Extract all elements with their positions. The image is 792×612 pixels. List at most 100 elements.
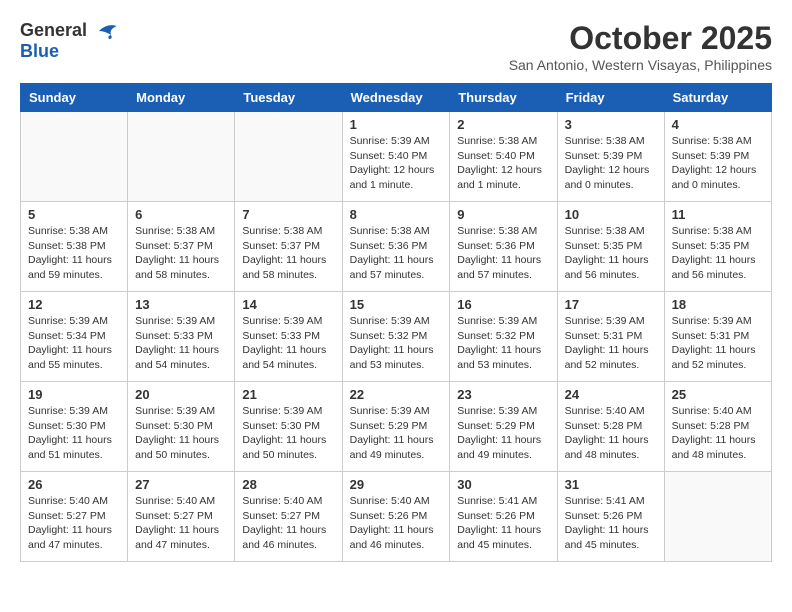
logo: General Blue	[20, 20, 119, 62]
calendar-cell: 30 Sunrise: 5:41 AMSunset: 5:26 PMDayligh…	[450, 472, 557, 562]
logo-bird-icon	[89, 21, 119, 41]
calendar-cell: 7 Sunrise: 5:38 AMSunset: 5:37 PMDaylight…	[235, 202, 342, 292]
day-info: Sunrise: 5:40 AMSunset: 5:27 PMDaylight:…	[135, 494, 227, 553]
day-number: 19	[28, 387, 120, 402]
day-number: 12	[28, 297, 120, 312]
calendar-cell: 12 Sunrise: 5:39 AMSunset: 5:34 PMDayligh…	[21, 292, 128, 382]
calendar-cell: 22 Sunrise: 5:39 AMSunset: 5:29 PMDayligh…	[342, 382, 450, 472]
day-number: 14	[242, 297, 334, 312]
day-number: 29	[350, 477, 443, 492]
day-number: 31	[565, 477, 657, 492]
day-number: 30	[457, 477, 549, 492]
calendar-cell: 10 Sunrise: 5:38 AMSunset: 5:35 PMDayligh…	[557, 202, 664, 292]
calendar-cell	[664, 472, 771, 562]
logo-general-text: General	[20, 20, 87, 41]
weekday-header-friday: Friday	[557, 84, 664, 112]
weekday-header-wednesday: Wednesday	[342, 84, 450, 112]
day-info: Sunrise: 5:38 AMSunset: 5:39 PMDaylight:…	[672, 134, 764, 193]
calendar-cell: 8 Sunrise: 5:38 AMSunset: 5:36 PMDaylight…	[342, 202, 450, 292]
calendar-cell: 17 Sunrise: 5:39 AMSunset: 5:31 PMDayligh…	[557, 292, 664, 382]
day-info: Sunrise: 5:40 AMSunset: 5:28 PMDaylight:…	[672, 404, 764, 463]
calendar-cell: 5Sunrise: 5:38 AMSunset: 5:38 PMDaylight…	[21, 202, 128, 292]
day-info: Sunrise: 5:39 AMSunset: 5:31 PMDaylight:…	[672, 314, 764, 373]
calendar-cell: 2 Sunrise: 5:38 AMSunset: 5:40 PMDaylight…	[450, 112, 557, 202]
calendar-cell: 3 Sunrise: 5:38 AMSunset: 5:39 PMDaylight…	[557, 112, 664, 202]
day-info: Sunrise: 5:41 AMSunset: 5:26 PMDaylight:…	[457, 494, 549, 553]
day-info: Sunrise: 5:39 AMSunset: 5:31 PMDaylight:…	[565, 314, 657, 373]
day-info: Sunrise: 5:39 AMSunset: 5:32 PMDaylight:…	[350, 314, 443, 373]
calendar-cell: 21Sunrise: 5:39 AMSunset: 5:30 PMDayligh…	[235, 382, 342, 472]
day-info: Sunrise: 5:40 AMSunset: 5:28 PMDaylight:…	[565, 404, 657, 463]
calendar-header-row: SundayMondayTuesdayWednesdayThursdayFrid…	[21, 84, 772, 112]
day-number: 28	[242, 477, 334, 492]
location-title: San Antonio, Western Visayas, Philippine…	[509, 57, 772, 73]
day-number: 21	[242, 387, 334, 402]
calendar-cell	[235, 112, 342, 202]
day-number: 1	[350, 117, 443, 132]
day-info: Sunrise: 5:38 AMSunset: 5:38 PMDaylight:…	[28, 224, 120, 283]
day-info: Sunrise: 5:38 AMSunset: 5:37 PMDaylight:…	[242, 224, 334, 283]
calendar-cell: 16 Sunrise: 5:39 AMSunset: 5:32 PMDayligh…	[450, 292, 557, 382]
calendar-week-row: 26 Sunrise: 5:40 AMSunset: 5:27 PMDayligh…	[21, 472, 772, 562]
calendar-week-row: 1Sunrise: 5:39 AMSunset: 5:40 PMDaylight…	[21, 112, 772, 202]
day-info: Sunrise: 5:40 AMSunset: 5:27 PMDaylight:…	[242, 494, 334, 553]
day-info: Sunrise: 5:39 AMSunset: 5:34 PMDaylight:…	[28, 314, 120, 373]
weekday-header-thursday: Thursday	[450, 84, 557, 112]
calendar-week-row: 19 Sunrise: 5:39 AMSunset: 5:30 PMDayligh…	[21, 382, 772, 472]
day-number: 16	[457, 297, 549, 312]
day-number: 17	[565, 297, 657, 312]
calendar-table: SundayMondayTuesdayWednesdayThursdayFrid…	[20, 83, 772, 562]
calendar-cell: 9Sunrise: 5:38 AMSunset: 5:36 PMDaylight…	[450, 202, 557, 292]
page-header: General Blue October 2025 San Antonio, W…	[20, 20, 772, 73]
day-number: 15	[350, 297, 443, 312]
calendar-cell: 24 Sunrise: 5:40 AMSunset: 5:28 PMDayligh…	[557, 382, 664, 472]
day-info: Sunrise: 5:39 AMSunset: 5:29 PMDaylight:…	[457, 404, 549, 463]
calendar-cell: 19 Sunrise: 5:39 AMSunset: 5:30 PMDayligh…	[21, 382, 128, 472]
calendar-cell: 4Sunrise: 5:38 AMSunset: 5:39 PMDaylight…	[664, 112, 771, 202]
calendar-cell: 28 Sunrise: 5:40 AMSunset: 5:27 PMDayligh…	[235, 472, 342, 562]
calendar-cell	[21, 112, 128, 202]
day-number: 3	[565, 117, 657, 132]
day-info: Sunrise: 5:39 AMSunset: 5:33 PMDaylight:…	[242, 314, 334, 373]
calendar-week-row: 5Sunrise: 5:38 AMSunset: 5:38 PMDaylight…	[21, 202, 772, 292]
day-info: Sunrise: 5:40 AMSunset: 5:27 PMDaylight:…	[28, 494, 120, 553]
calendar-cell: 13 Sunrise: 5:39 AMSunset: 5:33 PMDayligh…	[128, 292, 235, 382]
weekday-header-monday: Monday	[128, 84, 235, 112]
day-info: Sunrise: 5:39 AMSunset: 5:30 PMDaylight:…	[28, 404, 120, 463]
day-number: 24	[565, 387, 657, 402]
month-title: October 2025	[509, 20, 772, 57]
day-info: Sunrise: 5:39 AMSunset: 5:30 PMDaylight:…	[135, 404, 227, 463]
title-area: October 2025 San Antonio, Western Visaya…	[509, 20, 772, 73]
day-info: Sunrise: 5:39 AMSunset: 5:32 PMDaylight:…	[457, 314, 549, 373]
day-number: 6	[135, 207, 227, 222]
day-number: 27	[135, 477, 227, 492]
day-number: 13	[135, 297, 227, 312]
day-number: 7	[242, 207, 334, 222]
day-number: 20	[135, 387, 227, 402]
day-info: Sunrise: 5:38 AMSunset: 5:36 PMDaylight:…	[350, 224, 443, 283]
day-number: 26	[28, 477, 120, 492]
calendar-cell: 20 Sunrise: 5:39 AMSunset: 5:30 PMDayligh…	[128, 382, 235, 472]
day-info: Sunrise: 5:38 AMSunset: 5:39 PMDaylight:…	[565, 134, 657, 193]
day-info: Sunrise: 5:39 AMSunset: 5:33 PMDaylight:…	[135, 314, 227, 373]
logo-blue-text: Blue	[20, 41, 59, 62]
day-number: 2	[457, 117, 549, 132]
day-info: Sunrise: 5:39 AMSunset: 5:29 PMDaylight:…	[350, 404, 443, 463]
day-info: Sunrise: 5:38 AMSunset: 5:40 PMDaylight:…	[457, 134, 549, 193]
calendar-cell: 1Sunrise: 5:39 AMSunset: 5:40 PMDaylight…	[342, 112, 450, 202]
calendar-cell: 26 Sunrise: 5:40 AMSunset: 5:27 PMDayligh…	[21, 472, 128, 562]
day-info: Sunrise: 5:38 AMSunset: 5:37 PMDaylight:…	[135, 224, 227, 283]
day-info: Sunrise: 5:40 AMSunset: 5:26 PMDaylight:…	[350, 494, 443, 553]
calendar-week-row: 12 Sunrise: 5:39 AMSunset: 5:34 PMDayligh…	[21, 292, 772, 382]
calendar-cell	[128, 112, 235, 202]
day-number: 10	[565, 207, 657, 222]
day-info: Sunrise: 5:41 AMSunset: 5:26 PMDaylight:…	[565, 494, 657, 553]
day-number: 22	[350, 387, 443, 402]
day-number: 8	[350, 207, 443, 222]
day-info: Sunrise: 5:38 AMSunset: 5:35 PMDaylight:…	[565, 224, 657, 283]
day-number: 9	[457, 207, 549, 222]
calendar-cell: 18Sunrise: 5:39 AMSunset: 5:31 PMDayligh…	[664, 292, 771, 382]
day-number: 23	[457, 387, 549, 402]
weekday-header-tuesday: Tuesday	[235, 84, 342, 112]
calendar-cell: 29 Sunrise: 5:40 AMSunset: 5:26 PMDayligh…	[342, 472, 450, 562]
